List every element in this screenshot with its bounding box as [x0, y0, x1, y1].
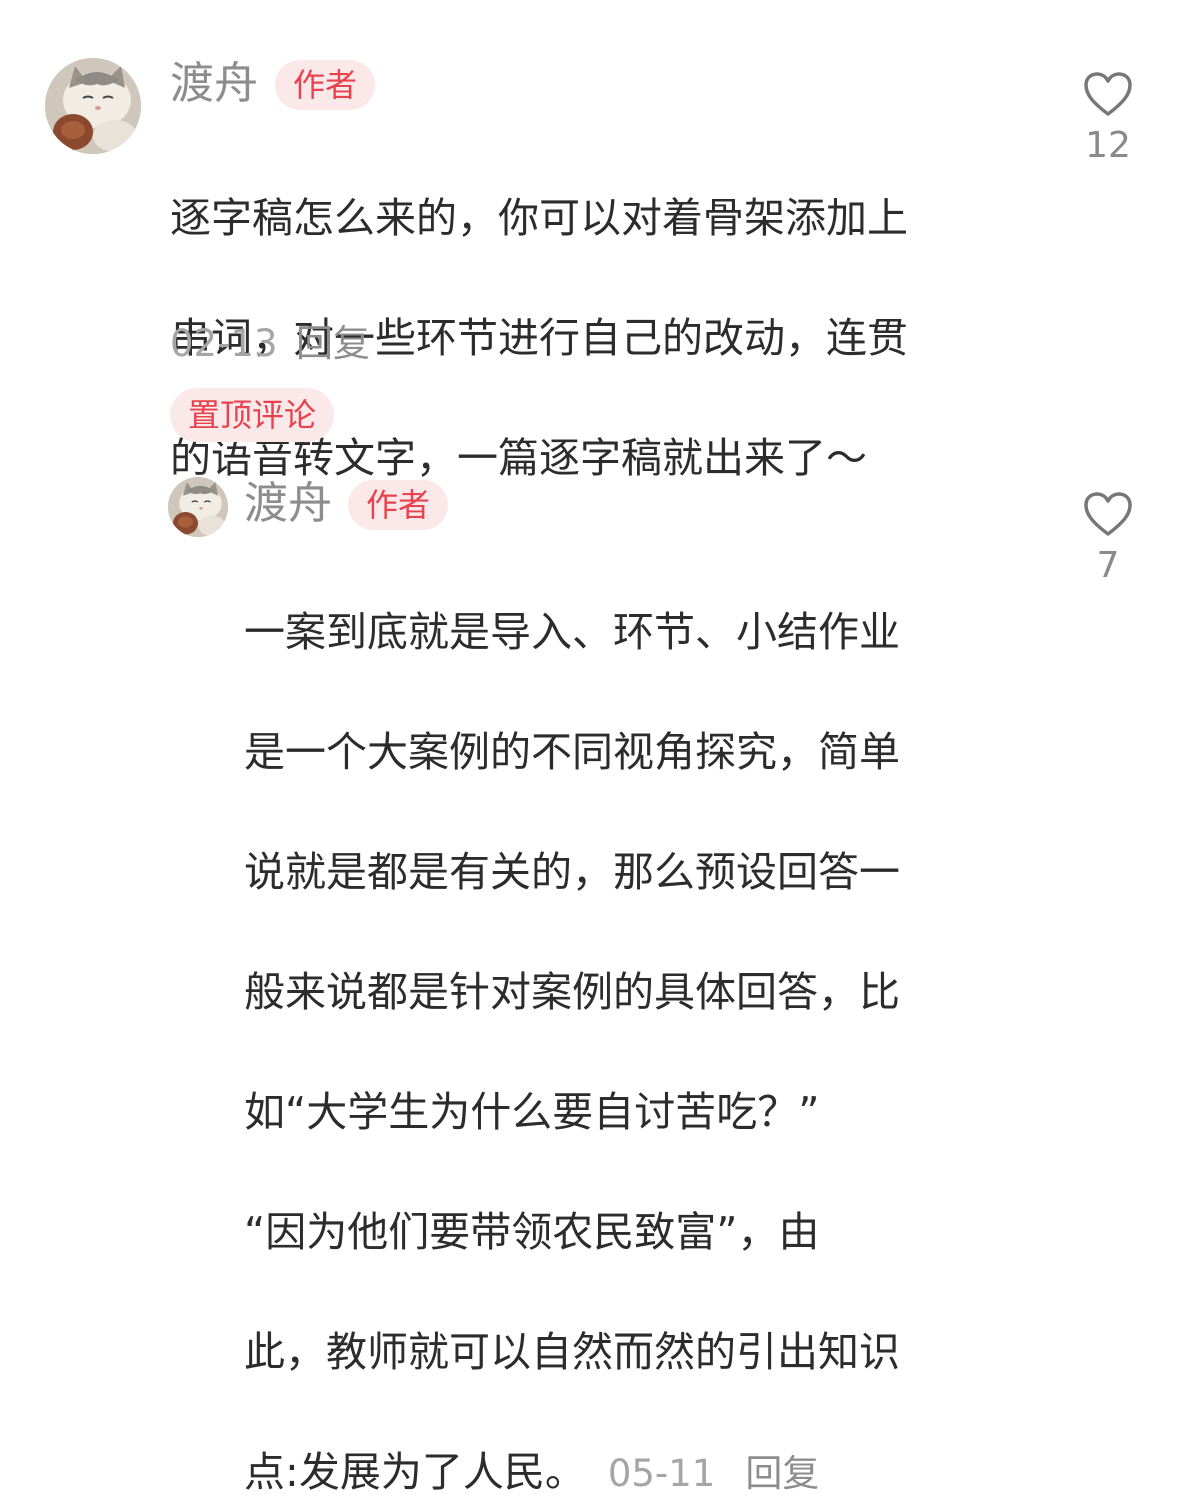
cat-avatar-icon — [45, 58, 141, 154]
reply-username[interactable]: 渡舟 — [244, 478, 332, 530]
like-button[interactable]: 7 — [1078, 490, 1138, 588]
reply-button[interactable]: 回复 — [296, 322, 370, 366]
reply-date: 05-11 — [607, 1452, 716, 1495]
comment-line: 逐字稿怎么来的，你可以对着骨架添加上 — [170, 194, 908, 242]
reply-line: 般来说都是针对案例的具体回答，比 — [244, 968, 900, 1016]
reply-line: 此，教师就可以自然而然的引出知识 — [244, 1328, 900, 1376]
like-button[interactable]: 12 — [1078, 70, 1138, 168]
comment-username[interactable]: 渡舟 — [170, 58, 258, 110]
author-badge: 作者 — [348, 480, 449, 530]
reply-avatar[interactable] — [168, 477, 228, 537]
reply-line: “因为他们要带领农民致富”，由 — [244, 1208, 820, 1256]
cat-avatar-icon — [168, 477, 228, 537]
author-badge: 作者 — [275, 60, 376, 110]
comment-date: 02-13 — [170, 322, 278, 365]
heart-outline-icon — [1084, 72, 1132, 116]
reply-line: 点:发展为了人民。 — [244, 1448, 586, 1496]
pinned-comment-badge: 置顶评论 — [170, 388, 335, 442]
like-count: 12 — [1085, 125, 1131, 166]
reply-line: 如“大学生为什么要自讨苦吃？” — [244, 1088, 820, 1136]
reply-text: 一案到底就是导入、环节、小结作业 是一个大案例的不同视角探究，简单 说就是都是有… — [244, 542, 1044, 1504]
reply-line: 一案到底就是导入、环节、小结作业 — [244, 608, 900, 656]
like-count: 7 — [1096, 545, 1120, 586]
reply-line: 是一个大案例的不同视角探究，简单 — [244, 728, 900, 776]
comment-line: 串词，对一些环节进行自己的改动，连贯 — [170, 314, 908, 362]
heart-outline-icon — [1084, 492, 1132, 536]
reply-line: 说就是都是有关的，那么预设回答一 — [244, 848, 900, 896]
reply-button[interactable]: 回复 — [745, 1452, 819, 1495]
avatar[interactable] — [45, 58, 141, 154]
